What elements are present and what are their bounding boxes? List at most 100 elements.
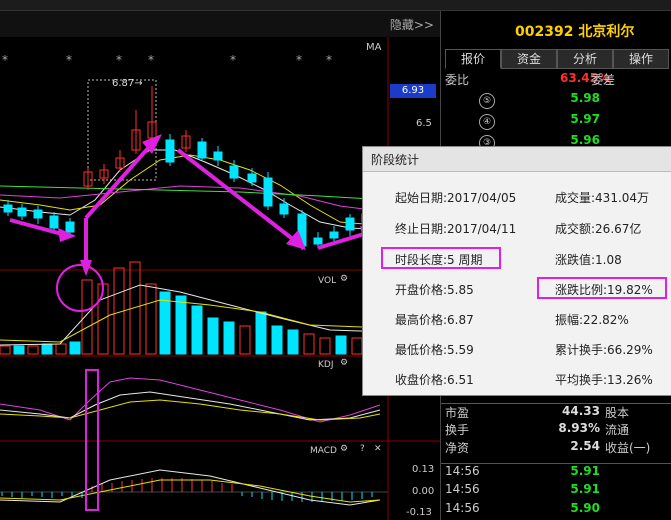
macd-axis-top: 0.13 — [412, 464, 435, 475]
tick-row: 14:56 5.91 — [441, 482, 671, 500]
volume-bar — [255, 311, 267, 355]
dialog-titlebar[interactable]: 阶段统计 — [363, 147, 671, 172]
svg-text:*: * — [116, 53, 122, 67]
candle-body — [329, 231, 339, 239]
start-date: 起始日期:2017/04/05 — [395, 191, 517, 205]
vol-label: VOL — [318, 276, 337, 286]
stock-title: 002392 北京利尔 — [515, 21, 634, 41]
volume-bar — [271, 325, 283, 355]
candle-body — [247, 173, 257, 183]
volume-total: 成交量:431.04万 — [555, 191, 650, 205]
candle-body — [279, 203, 289, 215]
tab-analysis[interactable]: 分析 — [557, 49, 613, 69]
vol-gear-icon[interactable]: ⚙ — [340, 274, 348, 284]
turnover-amount: 成交额:26.67亿 — [555, 222, 642, 236]
candle-body — [197, 141, 207, 159]
tick-time: 14:56 — [445, 501, 480, 515]
svg-text:*: * — [230, 53, 236, 67]
stock-name: 北京利尔 — [578, 24, 635, 40]
period-highlight-box — [381, 247, 501, 269]
nav-label: 净资 — [445, 441, 470, 455]
tab-funds[interactable]: 资金 — [501, 49, 557, 69]
tab-operation[interactable]: 操作 — [613, 49, 669, 69]
volume-bar — [287, 329, 299, 355]
candle-body — [65, 221, 75, 233]
dialog-title: 阶段统计 — [371, 153, 420, 167]
weibi-label: 委比 — [445, 73, 470, 87]
ask-level: ④ — [479, 114, 495, 130]
pe-right-label: 股本 — [605, 406, 630, 420]
price-axis-label: 6.5 — [416, 118, 432, 129]
weibi-row: 委比 63.45% 委差 — [441, 71, 671, 89]
macd-help-icon[interactable]: ? — [360, 444, 365, 454]
turnover-label: 换手 — [445, 423, 470, 437]
svg-text:*: * — [2, 53, 8, 67]
turnover-value: 8.93% — [558, 421, 600, 435]
svg-text:*: * — [326, 53, 332, 67]
turnover-right-label: 流通 — [605, 423, 630, 437]
current-price-tag: 6.93 — [390, 84, 436, 98]
candle-body — [229, 165, 239, 179]
kdj-gear-icon[interactable]: ⚙ — [340, 358, 348, 368]
ask-price: 5.96 — [570, 133, 600, 147]
close-price: 收盘价格:6.51 — [395, 373, 474, 387]
kdj-label: KDJ — [318, 360, 334, 370]
volume-bar — [175, 295, 187, 355]
amplitude: 振幅:22.82% — [555, 313, 629, 327]
volume-bar — [223, 321, 235, 355]
tick-row: 14:56 5.90 — [441, 501, 671, 519]
macd-close-icon[interactable]: ✕ — [374, 444, 382, 454]
pe-row: 市盈 44.33 股本 — [441, 403, 671, 422]
open-price: 开盘价格:5.85 — [395, 283, 474, 297]
candle-body — [213, 151, 223, 161]
nav-row: 净资 2.54 收益(一) — [441, 439, 671, 457]
svg-text:*: * — [296, 53, 302, 67]
macd-axis-zero: 0.00 — [412, 486, 435, 497]
end-date: 终止日期:2017/04/11 — [395, 222, 517, 236]
tick-price: 5.90 — [570, 501, 600, 515]
pe-value: 44.33 — [562, 404, 600, 418]
tick-price: 5.91 — [570, 482, 600, 496]
stock-code: 002392 — [515, 24, 574, 40]
candle-body — [345, 217, 355, 231]
svg-text:*: * — [148, 53, 154, 67]
candle-body — [165, 139, 175, 163]
pe-label: 市盈 — [445, 406, 470, 420]
candle-body — [17, 207, 27, 217]
panel-tabs: 报价 资金 分析 操作 — [441, 49, 671, 69]
ask-row[interactable]: ④ 5.97 — [441, 112, 671, 130]
ask-price: 5.97 — [570, 112, 600, 126]
nav-right-label: 收益(一) — [605, 441, 651, 455]
macd-gear-icon[interactable]: ⚙ — [340, 444, 348, 454]
cumulative-turnover: 累计换手:66.29% — [555, 343, 653, 357]
average-turnover: 平均换手:13.26% — [555, 373, 653, 387]
svg-text:*: * — [66, 53, 72, 67]
volume-bar — [207, 317, 219, 355]
change-value: 涨跌值:1.08 — [555, 253, 622, 267]
volume-bar — [41, 343, 53, 355]
low-price: 最低价格:5.59 — [395, 343, 474, 357]
candle-body — [3, 204, 13, 213]
macd-axis-bottom: -0.13 — [406, 507, 432, 518]
tab-quote[interactable]: 报价 — [445, 49, 501, 69]
ask-level: ⑤ — [479, 93, 495, 109]
nav-value: 2.54 — [570, 439, 600, 453]
volume-bar — [191, 305, 203, 355]
candle-body — [33, 209, 43, 219]
candle-body — [49, 215, 59, 229]
ask-row[interactable]: ⑤ 5.98 — [441, 91, 671, 109]
tick-time: 14:56 — [445, 482, 480, 496]
ma-label: MA — [366, 42, 382, 53]
candle-body — [313, 237, 323, 245]
turnover-row: 换手 8.93% 流通 — [441, 421, 671, 439]
weicha-label: 委差 — [591, 73, 616, 87]
candle-body — [263, 177, 273, 207]
high-price: 最高价格:6.87 — [395, 313, 474, 327]
high-price-annotation: 6.87→ — [112, 78, 143, 89]
stage-stats-dialog[interactable]: 阶段统计 起始日期:2017/04/05 成交量:431.04万 终止日期:20… — [362, 146, 671, 396]
tick-time: 14:56 — [445, 464, 480, 478]
macd-label: MACD — [310, 446, 337, 456]
volume-bar — [335, 335, 347, 355]
tick-price: 5.91 — [570, 464, 600, 478]
change-highlight-box — [537, 277, 667, 299]
